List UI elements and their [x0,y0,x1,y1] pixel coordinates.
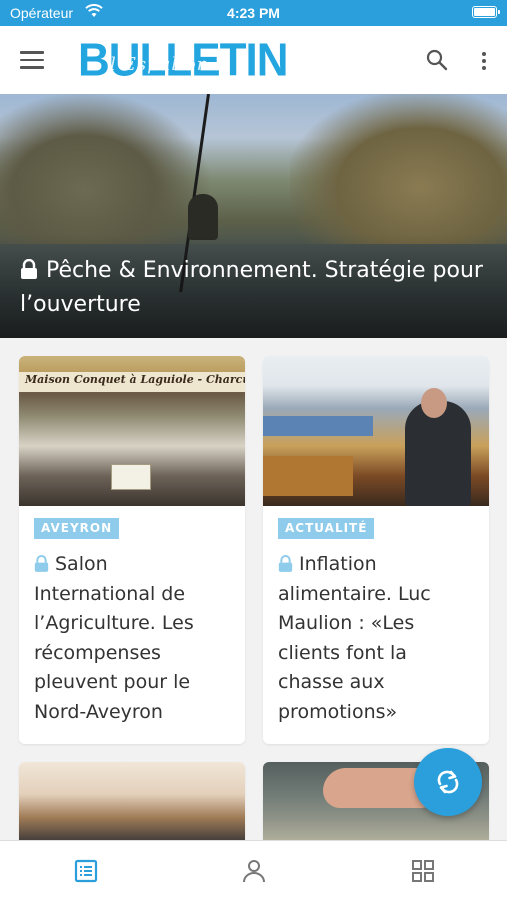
article-title: Salon International de l’Agriculture. Le… [34,553,194,723]
status-bar: Opérateur 4:23 PM [0,0,507,26]
article-card[interactable]: Maison Conquet à Laguiole - Charcuterie … [19,356,245,744]
grid-icon[interactable] [410,858,436,884]
more-vertical-icon [482,52,486,56]
more-options-button[interactable] [478,50,490,72]
lock-icon [34,555,49,572]
refresh-button[interactable] [414,748,482,816]
article-image: Maison Conquet à Laguiole - Charcuterie [19,356,245,506]
hero-article[interactable]: Pêche & Environnement. Stratégie pour l’… [0,94,507,338]
menu-icon [20,51,44,54]
battery-icon [472,6,500,18]
article-title: Inflation alimentaire. Luc Maulion : «Le… [278,553,431,723]
clock: 4:23 PM [227,5,280,21]
article-image [263,356,489,506]
article-image [19,762,245,840]
refresh-icon [437,770,459,794]
app-bar: BULLETIN l'Espalion [0,26,507,94]
hero-title: Pêche & Environnement. Stratégie pour l’… [20,258,483,317]
lock-icon [278,555,293,572]
image-banner-text: Maison Conquet à Laguiole - Charcuterie [25,373,245,386]
bottom-tab-bar [0,840,507,901]
category-tag[interactable]: AVEYRON [34,518,120,539]
search-icon[interactable] [426,49,448,71]
app-logo[interactable]: BULLETIN l'Espalion [78,35,289,86]
article-card[interactable] [19,762,245,840]
article-card[interactable]: ACTUALITÉ Inflation alimentaire. Luc Mau… [263,356,489,744]
lock-icon [21,259,37,279]
news-list-icon[interactable] [73,858,99,884]
category-tag[interactable]: ACTUALITÉ [278,518,375,539]
logo-script: l'Espalion [110,54,210,75]
profile-icon[interactable] [241,858,267,884]
menu-button[interactable] [20,51,44,69]
